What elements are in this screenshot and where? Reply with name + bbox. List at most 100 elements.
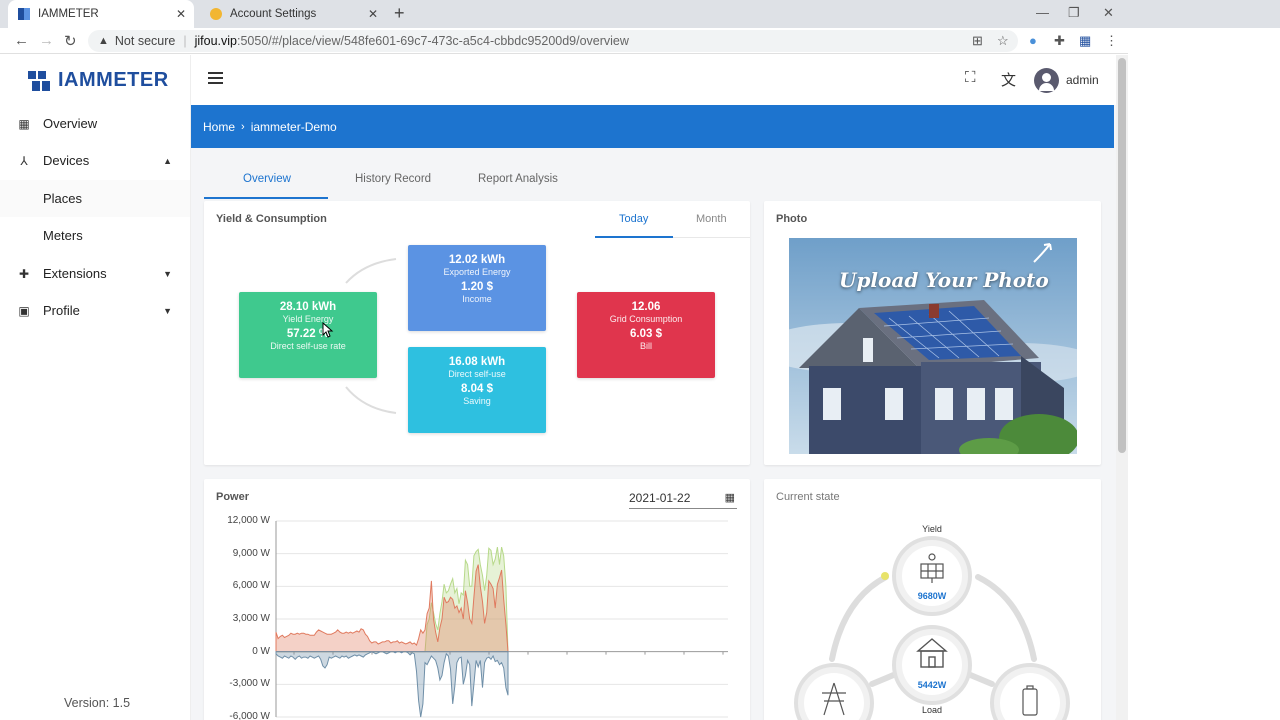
devices-icon: ⅄: [20, 153, 28, 168]
power-chart: [275, 520, 728, 718]
bill-value: 6.03 $: [630, 328, 662, 340]
address-path: :5050/#/place/view/548fe601-69c7-473c-a5…: [236, 34, 629, 48]
page-tabs: Overview History Record Report Analysis: [204, 165, 750, 199]
yield-energy-value: 28.10 kWh: [279, 301, 337, 313]
iammeter-extension-icon[interactable]: ▦: [1079, 33, 1091, 49]
self-use-label: Direct self-use: [448, 369, 506, 379]
profile-icon: ▣: [18, 303, 30, 318]
puzzle-icon: ✚: [18, 266, 30, 281]
tab-overview[interactable]: Overview: [243, 173, 291, 185]
sidebar-item-label: Meters: [43, 228, 83, 243]
grid-consumption-value: 12.06: [631, 301, 661, 313]
power-card: Power 2021-01-22 ▦ 12,000 W 9,000 W 6,000 …: [204, 479, 750, 720]
photo-card: Photo Upload Your Photo: [764, 201, 1101, 465]
page-scrollbar[interactable]: [1116, 55, 1128, 720]
close-icon[interactable]: ✕: [368, 7, 378, 21]
income-value: 1.20 $: [461, 281, 493, 293]
browser-tab-account-settings[interactable]: Account Settings ✕: [200, 0, 386, 28]
translate-icon[interactable]: ⊞: [972, 33, 983, 49]
breadcrumb: Home › iammeter-Demo: [191, 105, 1114, 148]
extension-icon[interactable]: ●: [1029, 33, 1037, 48]
app-page: IAMMETER ▦ Overview ⅄ Devices ▲ Places M…: [0, 55, 1116, 720]
settings-favicon-icon: [210, 8, 222, 20]
close-icon[interactable]: ✕: [176, 7, 186, 21]
breadcrumb-home[interactable]: Home: [203, 120, 235, 134]
bill-label: Bill: [639, 341, 652, 351]
sidebar-item-label: Extensions: [43, 266, 107, 281]
browser-tab-title: IAMMETER: [38, 8, 99, 20]
active-tab-indicator: [204, 197, 328, 199]
back-icon[interactable]: ←: [14, 32, 29, 49]
yield-consumption-card: Yield & Consumption Today Month 28.10 kW…: [204, 201, 750, 465]
load-label: Load: [921, 705, 943, 715]
sidebar-item-label: Devices: [43, 153, 90, 168]
yield-energy-box[interactable]: 28.10 kWh Yield Energy 57.22 % Direct se…: [239, 292, 377, 378]
language-icon[interactable]: 文: [1001, 69, 1016, 90]
self-use-value: 16.08 kWh: [448, 356, 506, 368]
load-power-value: 5442W: [917, 680, 947, 690]
income-label: Income: [462, 294, 492, 304]
iammeter-favicon-icon: [18, 8, 30, 20]
self-use-rate-label: Direct self-use rate: [270, 341, 346, 351]
new-tab-icon[interactable]: +: [394, 3, 405, 24]
sidebar-item-devices[interactable]: ⅄ Devices ▲: [0, 142, 190, 179]
card-title: Photo: [776, 213, 808, 225]
warning-icon: ▲: [98, 35, 109, 47]
house-photo[interactable]: Upload Your Photo: [789, 238, 1077, 454]
window-close-icon[interactable]: ✕: [1103, 5, 1114, 21]
current-state-card: Current state Yield 9680W 5442W Load: [764, 479, 1101, 720]
reload-icon[interactable]: ↻: [64, 32, 77, 50]
sidebar-item-profile[interactable]: ▣ Profile ▼: [0, 292, 190, 329]
sidebar: IAMMETER ▦ Overview ⅄ Devices ▲ Places M…: [0, 55, 191, 720]
browser-tab-title: Account Settings: [230, 8, 317, 20]
self-use-box[interactable]: 16.08 kWh Direct self-use 8.04 $ Saving: [408, 347, 546, 433]
scrollbar-thumb[interactable]: [1118, 58, 1126, 453]
app-topbar: ⛶ 文 admin: [191, 55, 1116, 105]
sidebar-item-extensions[interactable]: ✚ Extensions ▼: [0, 255, 190, 292]
saving-value: 8.04 $: [461, 383, 493, 395]
sidebar-item-overview[interactable]: ▦ Overview: [0, 105, 190, 142]
chevron-right-icon: ›: [241, 120, 245, 133]
window-background: [1128, 28, 1280, 720]
exported-energy-box[interactable]: 12.02 kWh Exported Energy 1.20 $ Income: [408, 245, 546, 331]
upload-photo-text: Upload Your Photo: [839, 268, 1049, 292]
maximize-icon[interactable]: ❐: [1068, 5, 1080, 21]
address-separator: |: [183, 34, 187, 48]
sidebar-item-places[interactable]: Places: [0, 180, 190, 217]
more-icon[interactable]: ⋮: [1105, 33, 1118, 49]
exported-energy-label: Exported Energy: [443, 267, 511, 277]
logo[interactable]: IAMMETER: [28, 69, 169, 92]
forward-icon[interactable]: →: [39, 32, 54, 49]
yield-energy-label: Yield Energy: [282, 314, 334, 324]
minimize-icon[interactable]: —: [1036, 5, 1049, 20]
self-use-rate-value: 57.22 %: [286, 328, 330, 340]
exported-energy-value: 12.02 kWh: [448, 254, 506, 266]
grid-consumption-box[interactable]: 12.06 Grid Consumption 6.03 $ Bill: [577, 292, 715, 378]
menu-toggle-icon[interactable]: [208, 72, 224, 86]
yield-power-value: 9680W: [917, 591, 947, 601]
breadcrumb-current: iammeter-Demo: [250, 119, 337, 134]
user-name[interactable]: admin: [1066, 73, 1099, 87]
tab-history-record[interactable]: History Record: [355, 173, 431, 185]
logo-mark-icon: [28, 70, 54, 91]
saving-label: Saving: [463, 396, 491, 406]
security-status: Not secure: [114, 34, 176, 48]
puzzle-icon[interactable]: ✚: [1054, 33, 1065, 49]
sidebar-item-meters[interactable]: Meters: [0, 217, 190, 254]
browser-tab-iammeter[interactable]: IAMMETER ✕: [8, 0, 194, 28]
address-host: jifou.vip: [194, 34, 237, 48]
caret-down-icon: ▼: [163, 305, 172, 316]
star-icon[interactable]: ☆: [997, 33, 1009, 49]
grid-consumption-label: Grid Consumption: [609, 314, 683, 324]
yield-label: Yield: [922, 524, 942, 534]
avatar[interactable]: [1034, 68, 1059, 93]
dashboard-icon: ▦: [18, 116, 30, 131]
caret-up-icon: ▲: [163, 155, 172, 166]
tab-report-analysis[interactable]: Report Analysis: [478, 173, 558, 185]
fullscreen-icon[interactable]: ⛶: [965, 69, 976, 86]
sidebar-item-label: Profile: [43, 303, 80, 318]
mouse-cursor-icon: [322, 322, 334, 338]
address-bar[interactable]: ▲ Not secure | jifou.vip :5050/#/place/v…: [88, 30, 1018, 52]
caret-down-icon: ▼: [163, 268, 172, 279]
version-label: Version: 1.5: [64, 696, 131, 710]
